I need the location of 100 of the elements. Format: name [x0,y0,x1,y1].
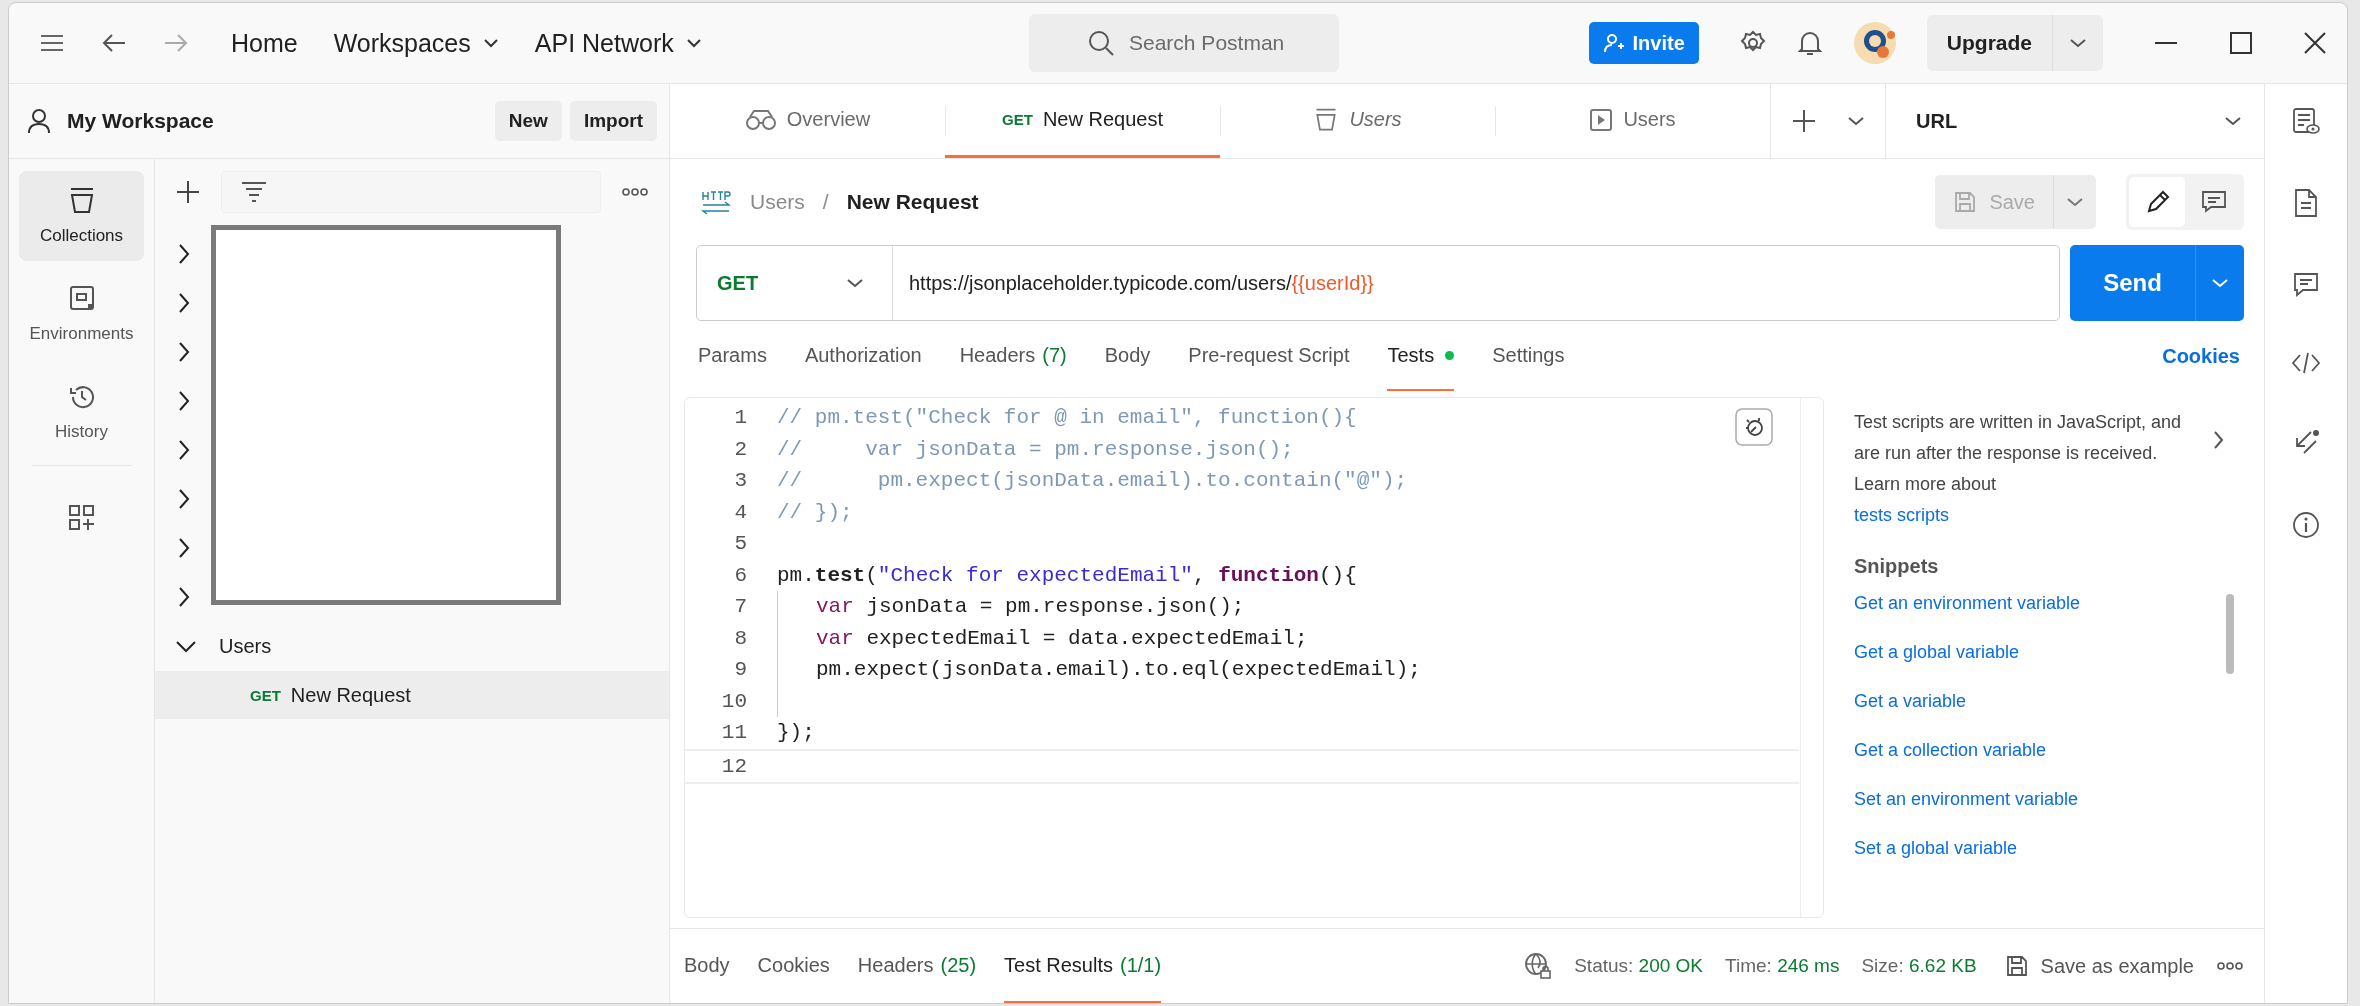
snippet-link[interactable]: Get a global variable [1854,639,2246,666]
snippets-heading: Snippets [1854,555,1940,578]
line-number: 6 [733,563,747,587]
search-bar[interactable]: Search Postman [1029,14,1339,72]
chevron-down-icon[interactable] [175,639,197,653]
chevron-right-icon[interactable] [177,585,191,608]
request-tab[interactable]: Params [698,321,767,391]
chevron-down-icon[interactable] [685,38,702,48]
code-line: var expectedEmail = data.expectedEmail; [816,626,1308,650]
line-number: 4 [733,500,747,524]
code-icon[interactable] [2291,350,2321,376]
bell-icon[interactable] [1796,29,1823,57]
code-line: }); [777,721,815,745]
code-line: // var jsonData = pm.response.json(); [777,437,1294,461]
workspace-button[interactable]: New [494,101,562,141]
chevron-down-icon[interactable] [846,278,864,288]
snippet-link[interactable]: Get a variable [1854,688,2246,715]
chevron-down-icon[interactable] [2224,116,2242,126]
line-number: 5 [733,532,747,556]
send-button[interactable]: Send [2070,245,2244,321]
docs-link[interactable]: tests scripts [1854,505,1950,525]
chevron-right-icon[interactable] [177,291,191,314]
collection-item[interactable]: Users [155,621,669,671]
request-tab[interactable]: Tests [1387,321,1455,391]
workspace-button[interactable]: Import [569,101,657,141]
filter-icon [240,180,268,204]
line-number: 8 [733,626,747,650]
avatar-icon[interactable] [1852,21,1897,65]
save-example-button[interactable]: Save as example [2004,954,2194,978]
add-tab-icon[interactable] [1791,108,1817,134]
chevron-right-icon[interactable] [177,340,191,363]
magic-wand-icon[interactable] [1735,408,1773,446]
snippet-link[interactable]: Set a global variable [1854,835,2246,862]
document-eye-icon[interactable] [2291,106,2321,136]
tab[interactable]: Users [1495,84,1770,158]
more-icon[interactable] [2216,961,2244,971]
add-icon[interactable] [175,179,201,205]
response-tab[interactable]: Test Results (1/1) [1004,929,1162,1003]
line-number: 9 [733,658,747,682]
pencil-icon[interactable] [2129,177,2185,227]
method-dropdown[interactable]: GET [697,246,893,320]
response-tab[interactable]: Body [684,929,730,1003]
chevron-right-icon[interactable] [177,242,191,265]
line-number: 11 [720,721,747,745]
invite-button[interactable]: Invite [1588,22,1699,64]
scrollbar-thumb[interactable] [2226,594,2234,674]
request-tab[interactable]: Headers (7) [959,321,1067,391]
more-icon[interactable] [621,187,649,197]
request-tab[interactable]: Authorization [804,321,922,391]
tab[interactable]: GET New Request [945,84,1220,158]
info-icon[interactable] [2291,510,2321,540]
chevron-right-icon[interactable] [177,487,191,510]
code-line: // pm.expect(jsonData.email).to.contain("@"); [777,469,1408,493]
save-icon [1953,190,1978,214]
chevron-down-icon[interactable] [482,38,499,48]
maximize-icon[interactable] [2229,31,2253,55]
request-tab[interactable]: Pre-request Script [1188,321,1350,391]
tab[interactable]: Users [1220,84,1495,158]
line-number: 1 [733,406,747,430]
url-field[interactable]: https://jsonplaceholder.typicode.com/users/{{userId}} [893,271,1374,295]
chevron-right-icon[interactable] [177,536,191,559]
back-arrow-icon[interactable] [101,32,127,54]
sidebar-item[interactable]: History [19,367,144,457]
snippet-link[interactable]: Set an environment variable [1854,786,2246,813]
response-tab[interactable]: Cookies [757,929,830,1003]
request-tab[interactable]: Body [1104,321,1151,391]
response-tab[interactable]: Headers (25) [857,929,977,1003]
request-title: New Request [846,190,979,214]
menu-icon[interactable] [39,33,65,53]
chevron-down-icon[interactable] [2069,38,2087,48]
globe-lock-icon[interactable] [1524,952,1553,980]
tab[interactable]: Overview [670,84,945,158]
sidebar-item[interactable]: Collections [19,171,144,261]
search-field[interactable]: Search Postman [1129,23,1309,63]
snippet-link[interactable]: Get an environment variable [1854,590,2246,617]
chevron-right-icon[interactable] [2212,429,2226,451]
code-line: pm.expect(jsonData.email).to.eql(expectedEmail); [816,658,1421,682]
nav-link[interactable]: Home [231,28,298,58]
chevron-right-icon[interactable] [177,438,191,461]
upgrade-button[interactable]: Upgrade [1926,15,2103,71]
comment-icon[interactable] [2292,270,2320,298]
code-line: var jsonData = pm.response.json(); [816,595,1245,619]
close-icon[interactable] [2303,31,2327,55]
add-widget-icon[interactable] [67,504,96,532]
search-icon[interactable] [1087,29,1115,57]
line-number: 12 [720,754,747,778]
filter-field[interactable] [221,171,601,213]
nav-link[interactable]: Workspaces [333,28,499,58]
document-icon[interactable] [2293,188,2319,218]
add-person-icon [1602,32,1625,54]
nav-link[interactable]: API Network [534,28,702,58]
chevron-down-icon[interactable] [1847,116,1865,126]
snippet-link[interactable]: Get a collection variable [1854,737,2246,764]
request-tab[interactable]: Settings [1492,321,1565,391]
sidebar-item[interactable]: Environments [19,269,144,359]
line-number: 3 [733,469,747,493]
play-icon [1589,107,1614,132]
cookies-link[interactable]: Cookies [2162,344,2240,368]
request-item[interactable]: GET New Request [155,671,669,719]
chevron-right-icon[interactable] [177,389,191,412]
